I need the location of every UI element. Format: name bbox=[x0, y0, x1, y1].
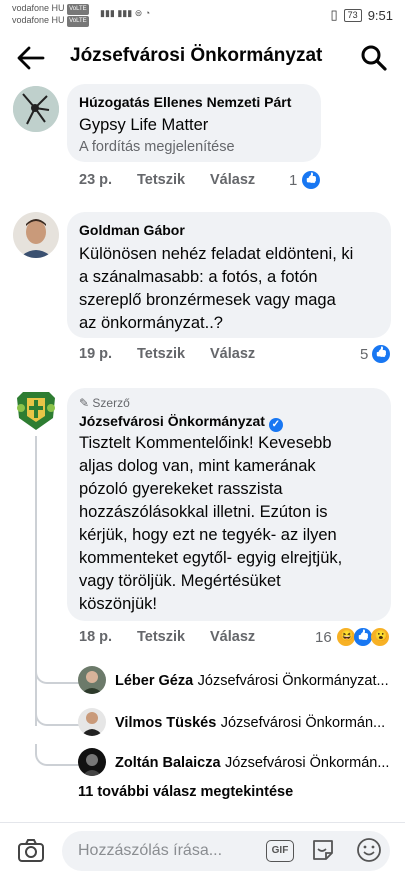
haha-reaction-icon: 😆 bbox=[337, 628, 355, 646]
signal-icons: ▮▮▮ ▮▮▮ ⊜ ◔ bbox=[100, 8, 151, 18]
camera-icon[interactable] bbox=[16, 837, 46, 865]
comment-bubble[interactable]: ✎ Szerző Józsefvárosi Önkormányzat ✓ Tis… bbox=[67, 388, 391, 621]
thread-line bbox=[35, 436, 37, 726]
avatar[interactable] bbox=[78, 748, 106, 776]
comment-time: 18 p. bbox=[79, 629, 113, 645]
battery-icon: 73 bbox=[343, 8, 362, 22]
comment-text: Tisztelt Kommentelőink! Kevesebb aljas d… bbox=[79, 434, 343, 613]
view-more-replies-link[interactable]: 11 további válasz megtekintése bbox=[78, 784, 293, 800]
reaction-count[interactable]: 16 bbox=[315, 629, 332, 646]
comment-author[interactable]: Józsefvárosi Önkormányzat ✓ bbox=[79, 413, 283, 432]
reply-preview: Józsefvárosi Önkormányzat... bbox=[197, 673, 389, 689]
comment-text: Gypsy Life Matter bbox=[79, 116, 209, 134]
verified-badge-icon: ✓ bbox=[268, 418, 283, 432]
comment-composer: GIF bbox=[0, 822, 405, 879]
sticker-icon[interactable] bbox=[310, 837, 336, 863]
gif-button[interactable]: GIF bbox=[266, 840, 294, 862]
reply-author[interactable]: Zoltán Balaicza bbox=[115, 755, 221, 771]
reply-button[interactable]: Válasz bbox=[210, 172, 255, 188]
comment-time: 19 p. bbox=[79, 346, 113, 362]
like-button[interactable]: Tetszik bbox=[137, 629, 185, 645]
comment-bubble[interactable]: Húzogatás Ellenes Nemzeti Párt Gypsy Lif… bbox=[67, 84, 321, 162]
avatar[interactable] bbox=[78, 708, 106, 736]
comment-text: Különösen nehéz feladat eldönteni, ki a … bbox=[79, 245, 354, 332]
carrier-label: vodafone HU VoLTE bbox=[12, 15, 89, 27]
reply-button[interactable]: Válasz bbox=[210, 629, 255, 645]
clock: 9:51 bbox=[367, 7, 393, 23]
comment-actions: 23 p. Tetszik Válasz bbox=[79, 172, 399, 192]
reply-button[interactable]: Válasz bbox=[210, 346, 255, 362]
comment-bubble[interactable]: Goldman Gábor Különösen nehéz feladat el… bbox=[67, 212, 391, 338]
emoji-icon[interactable] bbox=[356, 837, 382, 863]
arrow-left-icon[interactable] bbox=[16, 44, 46, 72]
like-reaction-icon bbox=[302, 171, 320, 189]
page-title: Józsefvárosi Önkormányzat bbox=[70, 45, 323, 66]
avatar[interactable] bbox=[78, 666, 106, 694]
status-bar: vodafone HU VoLTE vodafone HU VoLTE ▮▮▮ … bbox=[0, 0, 405, 32]
like-reaction-icon bbox=[354, 628, 372, 646]
reply-author[interactable]: Vilmos Tüskés bbox=[115, 715, 216, 731]
avatar[interactable] bbox=[13, 212, 59, 258]
reaction-count[interactable]: 5 bbox=[360, 346, 368, 363]
search-icon[interactable] bbox=[360, 44, 388, 72]
reply-preview: Józsefvárosi Önkormán... bbox=[220, 715, 386, 731]
carrier-label: vodafone HU VoLTE bbox=[12, 3, 89, 15]
pencil-icon: ✎ bbox=[79, 396, 90, 410]
like-button[interactable]: Tetszik bbox=[137, 172, 185, 188]
comment-author[interactable]: Húzogatás Ellenes Nemzeti Párt bbox=[79, 94, 291, 110]
comment-time: 23 p. bbox=[79, 172, 113, 188]
coat-of-arms-avatar[interactable] bbox=[13, 388, 59, 434]
thread-branch bbox=[35, 744, 79, 766]
vibrate-icon: ▯ bbox=[330, 7, 338, 22]
thread-branch bbox=[35, 704, 79, 726]
avatar[interactable] bbox=[13, 86, 59, 132]
reply-author[interactable]: Léber Géza bbox=[115, 673, 193, 689]
reply-preview: Józsefvárosi Önkormán... bbox=[225, 755, 390, 771]
reply-row[interactable]: Vilmos Tüskés Józsefvárosi Önkormán... bbox=[115, 714, 385, 732]
status-right: ▯ 73 9:51 bbox=[331, 7, 393, 23]
comment-input[interactable] bbox=[62, 831, 390, 871]
thread-branch bbox=[35, 662, 79, 684]
like-reaction-icon bbox=[372, 345, 390, 363]
reply-row[interactable]: Zoltán Balaicza Józsefvárosi Önkormán... bbox=[115, 754, 389, 772]
reaction-count[interactable]: 1 bbox=[289, 172, 297, 189]
author-badge: ✎ Szerző bbox=[79, 396, 130, 410]
reply-row[interactable]: Léber Géza Józsefvárosi Önkormányzat... bbox=[115, 672, 389, 690]
comment-actions: 19 p. Tetszik Válasz bbox=[79, 346, 399, 366]
like-button[interactable]: Tetszik bbox=[137, 346, 185, 362]
comment-author[interactable]: Goldman Gábor bbox=[79, 222, 185, 238]
translate-link[interactable]: A fordítás megjelenítése bbox=[79, 139, 235, 155]
wow-reaction-icon: 😮 bbox=[371, 628, 389, 646]
app-header: Józsefvárosi Önkormányzat bbox=[0, 32, 405, 84]
